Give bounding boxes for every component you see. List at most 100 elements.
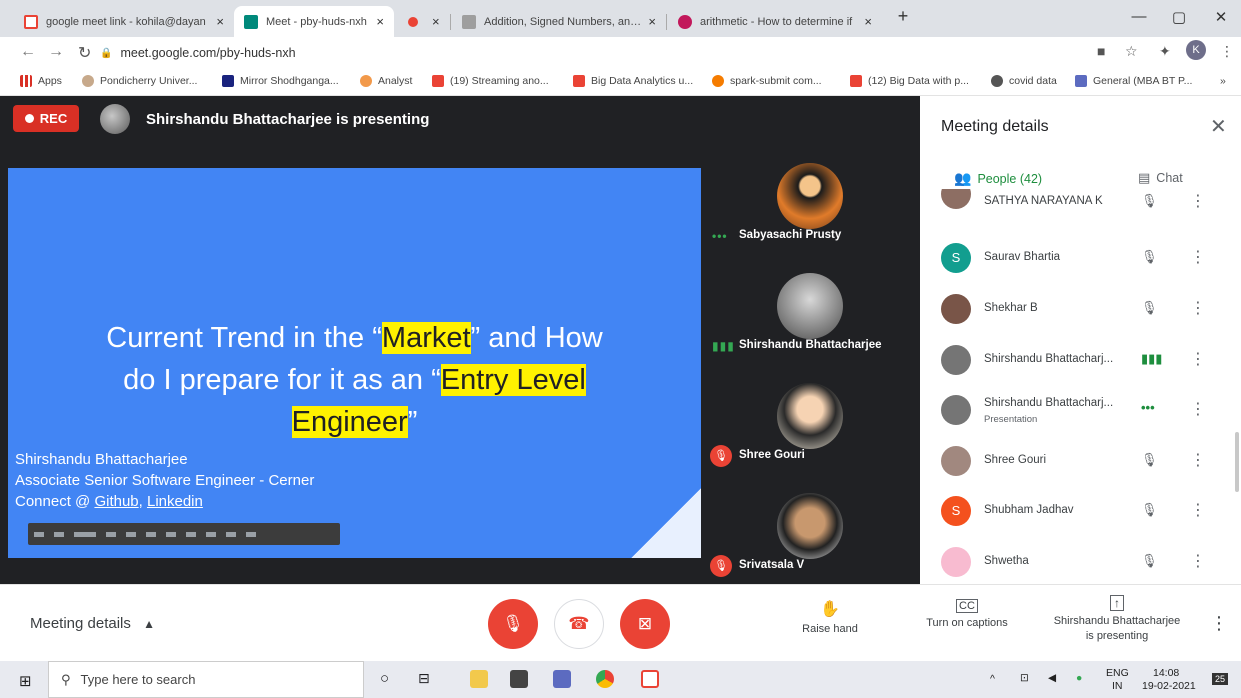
volume-icon[interactable]: ◀ xyxy=(1048,672,1056,684)
slide-role: Associate Senior Software Engineer - Cer… xyxy=(15,472,315,489)
people-list-item[interactable]: S Shubham Jadhav 🎙 ⋮ xyxy=(920,487,1241,537)
rec-label: REC xyxy=(39,111,68,126)
close-tab-icon[interactable]: × xyxy=(648,14,656,29)
address-bar[interactable]: 🔒 meet.google.com/pby-huds-nxh xyxy=(100,41,1100,65)
bookmark-analyst[interactable]: Analyst xyxy=(360,75,412,87)
close-window-button[interactable]: ✕ xyxy=(1206,8,1236,26)
close-tab-icon[interactable]: × xyxy=(864,14,872,29)
more-options-icon[interactable]: ⋮ xyxy=(1190,551,1206,571)
camera-indicator-icon[interactable]: ■ xyxy=(1097,43,1105,59)
participant-name: Shirshandu Bhattacharjee xyxy=(739,339,882,351)
people-list-item[interactable]: Shirshandu Bhattacharj... ▮▮▮ ⋮ xyxy=(920,336,1241,386)
tab-people[interactable]: 👥 People (42) xyxy=(954,170,1042,187)
presenting-line-2: is presenting xyxy=(1085,630,1149,642)
chrome-icon[interactable] xyxy=(596,670,614,688)
meeting-details-button[interactable]: Meeting details ▲ xyxy=(30,615,155,632)
captions-label: Turn on captions xyxy=(926,617,1008,629)
participant-name: Srivatsala V xyxy=(739,559,805,571)
taskbar-search-input[interactable]: ⚲ Type here to search xyxy=(48,661,364,698)
tab-arithmetic[interactable]: arithmetic - How to determine if × xyxy=(668,6,882,37)
bookmark-pondicherry[interactable]: Pondicherry Univer... xyxy=(82,75,197,87)
more-options-icon[interactable]: ⋮ xyxy=(1190,399,1206,419)
bookmark-shodhganga[interactable]: Mirror Shodhganga... xyxy=(222,75,339,87)
windows-start-icon[interactable]: ⊞ xyxy=(19,672,32,690)
clock-time[interactable]: 14:08 xyxy=(1153,667,1179,679)
tab-recording[interactable]: × xyxy=(398,6,448,37)
linkedin-link[interactable]: Linkedin xyxy=(147,493,203,510)
maximize-button[interactable]: ▢ xyxy=(1164,8,1194,26)
bookmark-covid-data[interactable]: covid data xyxy=(991,75,1057,87)
language-line-1[interactable]: ENG xyxy=(1106,667,1129,679)
presenting-button[interactable]: ↑ Shirshandu Bhattacharjee is presenting xyxy=(1040,595,1194,642)
more-options-icon[interactable]: ⋮ xyxy=(1190,191,1206,211)
person-name: Shirshandu Bhattacharj... xyxy=(984,353,1114,365)
pdf-reader-icon[interactable] xyxy=(641,670,659,688)
bookmarks-overflow[interactable]: » xyxy=(1220,75,1226,87)
participant-tile[interactable]: 🎙 Shree Gouri xyxy=(702,361,920,471)
reload-icon[interactable]: ↻ xyxy=(78,43,91,63)
close-tab-icon[interactable]: × xyxy=(376,14,384,29)
profile-avatar[interactable]: K xyxy=(1186,40,1206,60)
bookmark-label: (12) Big Data with p... xyxy=(868,75,969,87)
network-icon[interactable]: ⊡ xyxy=(1020,672,1029,684)
bookmark-streaming[interactable]: (19) Streaming ano... xyxy=(432,75,549,87)
more-options-icon[interactable]: ⋮ xyxy=(1210,613,1228,634)
clock-date[interactable]: 19-02-2021 xyxy=(1142,680,1196,692)
panel-scrollbar[interactable] xyxy=(1235,432,1239,492)
minimize-button[interactable]: — xyxy=(1124,8,1154,25)
more-options-icon[interactable]: ⋮ xyxy=(1190,450,1206,470)
panel-title: Meeting details xyxy=(941,118,1049,135)
participant-avatar xyxy=(777,163,843,229)
task-view-icon[interactable]: ⊟ xyxy=(418,670,436,688)
close-icon[interactable]: ✕ xyxy=(1210,114,1227,139)
teams-app-icon[interactable] xyxy=(553,670,571,688)
chevron-up-icon[interactable]: ^ xyxy=(990,673,995,685)
new-tab-button[interactable]: + xyxy=(888,6,918,27)
star-bookmark-icon[interactable]: ☆ xyxy=(1125,43,1138,60)
participant-tile[interactable]: 🎙 Srivatsala V xyxy=(702,471,920,584)
language-line-2[interactable]: IN xyxy=(1112,680,1123,692)
more-options-icon[interactable]: ⋮ xyxy=(1190,349,1206,369)
store-icon[interactable] xyxy=(510,670,528,688)
close-tab-icon[interactable]: × xyxy=(432,14,440,29)
slide-text: Current Trend in the “ xyxy=(106,322,382,354)
participant-tile[interactable]: ▮▮▮ Shirshandu Bhattacharjee xyxy=(702,251,920,361)
captions-button[interactable]: CC Turn on captions xyxy=(915,599,1019,629)
tab-chat[interactable]: ▤ Chat xyxy=(1138,170,1183,186)
microphone-toggle-button[interactable]: 🎙 xyxy=(488,599,538,649)
people-list-item[interactable]: Shirshandu Bhattacharj... Presentation •… xyxy=(920,386,1241,436)
tab-google-search[interactable]: google meet link - kohila@dayan × xyxy=(14,6,234,37)
bookmark-general[interactable]: General (MBA BT P... xyxy=(1075,75,1192,87)
browser-menu-icon[interactable]: ⋮ xyxy=(1220,43,1234,60)
extensions-puzzle-icon[interactable]: ✦ xyxy=(1159,43,1171,60)
leave-call-button[interactable]: ☎ xyxy=(554,599,604,649)
tab-meet[interactable]: Meet - pby-huds-nxh × xyxy=(234,6,394,37)
tab-addition[interactable]: Addition, Signed Numbers, and C × xyxy=(452,6,666,37)
bookmark-big-data-with[interactable]: (12) Big Data with p... xyxy=(850,75,969,87)
bookmark-spark-submit[interactable]: spark-submit com... xyxy=(712,75,822,87)
bookmark-apps[interactable]: Apps xyxy=(20,75,62,87)
more-options-icon[interactable]: ⋮ xyxy=(1190,247,1206,267)
people-list-item[interactable]: Shekhar B 🎙 ⋮ xyxy=(920,285,1241,335)
people-list-item[interactable]: SATHYA NARAYANA K 🎙 ⋮ xyxy=(920,189,1241,221)
people-list-item[interactable]: Shwetha 🎙 ⋮ xyxy=(920,538,1241,584)
people-list-item[interactable]: Shree Gouri 🎙 ⋮ xyxy=(920,437,1241,487)
participant-tile[interactable]: ••• Sabyasachi Prusty xyxy=(702,141,920,251)
raise-hand-button[interactable]: ✋ Raise hand xyxy=(795,599,865,635)
github-link[interactable]: Github xyxy=(94,493,138,510)
people-list-item[interactable]: S Saurav Bhartia 🎙 ⋮ xyxy=(920,234,1241,284)
close-tab-icon[interactable]: × xyxy=(216,14,224,29)
more-options-icon[interactable]: ⋮ xyxy=(1190,500,1206,520)
cortana-circle-icon[interactable]: ○ xyxy=(380,670,398,688)
bookmark-big-data-analytics[interactable]: Big Data Analytics u... xyxy=(573,75,693,87)
recording-badge: REC xyxy=(13,105,79,132)
forward-arrow-icon[interactable]: → xyxy=(48,43,64,61)
notification-badge[interactable]: 25 xyxy=(1212,673,1229,685)
more-options-icon[interactable]: ⋮ xyxy=(1190,298,1206,318)
slideshow-controls[interactable] xyxy=(28,523,340,545)
sync-icon[interactable]: ● xyxy=(1076,672,1082,684)
file-explorer-icon[interactable] xyxy=(470,670,488,688)
back-arrow-icon[interactable]: ← xyxy=(20,43,36,61)
camera-toggle-button[interactable]: ⊠ xyxy=(620,599,670,649)
person-avatar xyxy=(941,294,971,324)
